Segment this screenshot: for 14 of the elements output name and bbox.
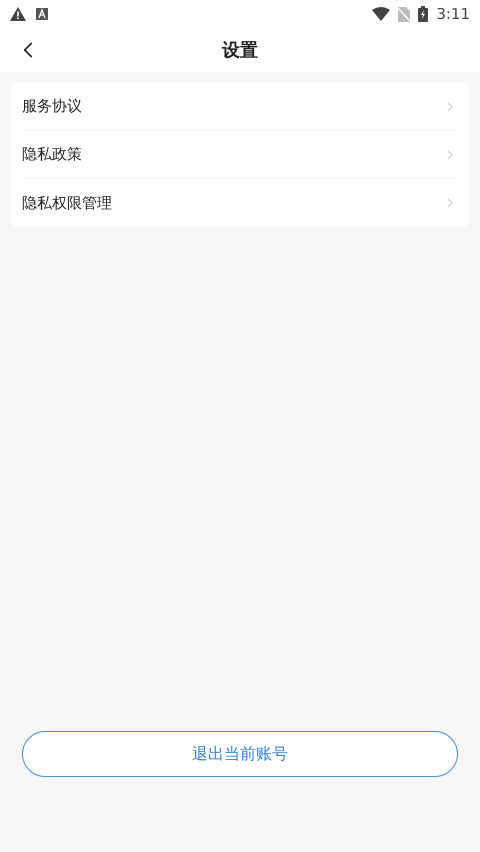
app-notification-icon bbox=[36, 8, 48, 20]
settings-item-label: 隐私权限管理 bbox=[22, 192, 112, 214]
settings-item[interactable]: 服务协议 bbox=[22, 83, 458, 131]
no-sim-icon bbox=[398, 6, 410, 22]
settings-item[interactable]: 隐私权限管理 bbox=[22, 179, 458, 227]
battery-icon bbox=[418, 6, 428, 22]
settings-item[interactable]: 隐私政策 bbox=[22, 131, 458, 179]
wifi-icon bbox=[372, 7, 390, 21]
settings-item-label: 隐私政策 bbox=[22, 144, 82, 166]
status-time: 3:11 bbox=[436, 4, 470, 25]
warning-icon bbox=[10, 7, 26, 21]
logout-button[interactable]: 退出当前账号 bbox=[22, 731, 458, 777]
settings-item-label: 服务协议 bbox=[22, 96, 82, 118]
page-title: 设置 bbox=[222, 38, 258, 62]
